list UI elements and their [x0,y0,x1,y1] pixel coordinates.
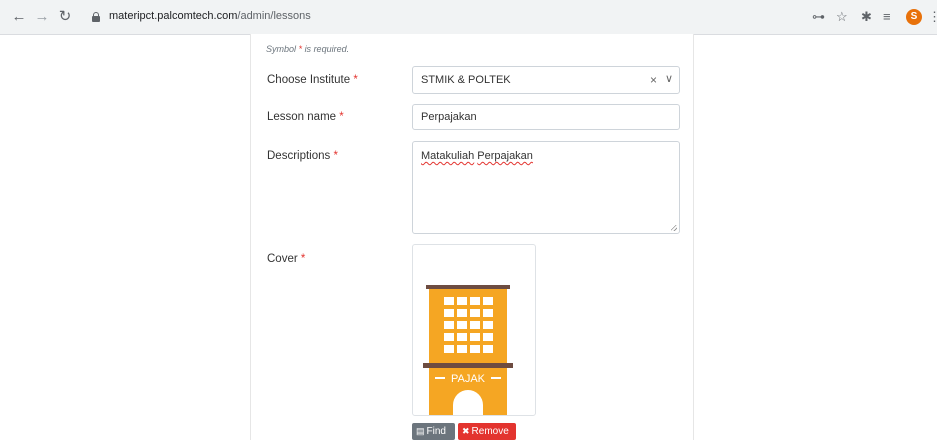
extensions-icon[interactable]: ✱ [861,9,872,25]
browser-toolbar: ← → ↻ materipct.palcomtech.com/admin/les… [0,0,937,35]
descriptions-value: Matakuliah Perpajakan [421,150,533,162]
required-mark: * [353,74,358,86]
description-word: Perpajakan [477,150,533,162]
lesson-label: Lesson name * [267,111,344,123]
reading-list-icon[interactable]: ≡ [883,9,891,25]
url-host: materipct.palcomtech.com [109,10,238,22]
cover-preview: PAJAK [412,244,536,416]
required-mark: * [300,253,306,265]
url-path: /admin/lessons [237,10,311,22]
required-hint: Symbol * is required. [266,44,349,54]
hint-prefix: Symbol [266,44,297,54]
close-circle-icon: ✖ [462,426,470,436]
institute-label-text: Choose Institute [267,74,351,86]
required-mark: * [339,111,344,123]
resize-handle[interactable] [671,225,677,231]
find-button[interactable]: ▤ Find [412,423,455,440]
lock-icon [92,12,100,22]
description-word: Matakuliah [421,150,475,162]
hint-suffix: is required. [304,44,350,54]
institute-label: Choose Institute * [267,74,358,86]
find-label: Find [426,426,446,437]
required-mark: * [298,44,303,54]
image-icon: ▤ [416,426,425,436]
cover-label: Cover * [267,253,305,265]
url-text[interactable]: materipct.palcomtech.com/admin/lessons [109,10,311,22]
forward-icon[interactable]: → [33,8,51,26]
back-icon[interactable]: ← [10,8,28,26]
cover-label-text: Cover [267,253,298,265]
remove-button[interactable]: ✖ Remove [458,423,516,440]
lesson-label-text: Lesson name [267,111,337,123]
building-illustration: PAJAK [423,285,513,415]
remove-label: Remove [471,426,509,437]
descriptions-textarea[interactable]: Matakuliah Perpajakan [412,141,680,234]
descriptions-label: Descriptions * [267,150,338,162]
lesson-name-input[interactable]: Perpajakan [412,104,680,130]
star-icon[interactable]: ☆ [836,9,848,25]
descriptions-label-text: Descriptions [267,150,331,162]
chevron-down-icon[interactable]: ∨ [665,72,673,85]
key-icon[interactable]: ⊶ [812,9,825,25]
reload-icon[interactable]: ↻ [56,8,74,26]
menu-icon[interactable]: ⋮ [928,9,937,25]
institute-select[interactable]: STMIK & POLTEK × ∨ [412,66,680,94]
institute-value: STMIK & POLTEK [421,74,511,86]
profile-avatar[interactable]: S [906,9,922,25]
clear-icon[interactable]: × [650,73,657,87]
required-mark: * [333,150,338,162]
lesson-name-value: Perpajakan [421,111,477,123]
cover-image-text: PAJAK [451,373,486,385]
